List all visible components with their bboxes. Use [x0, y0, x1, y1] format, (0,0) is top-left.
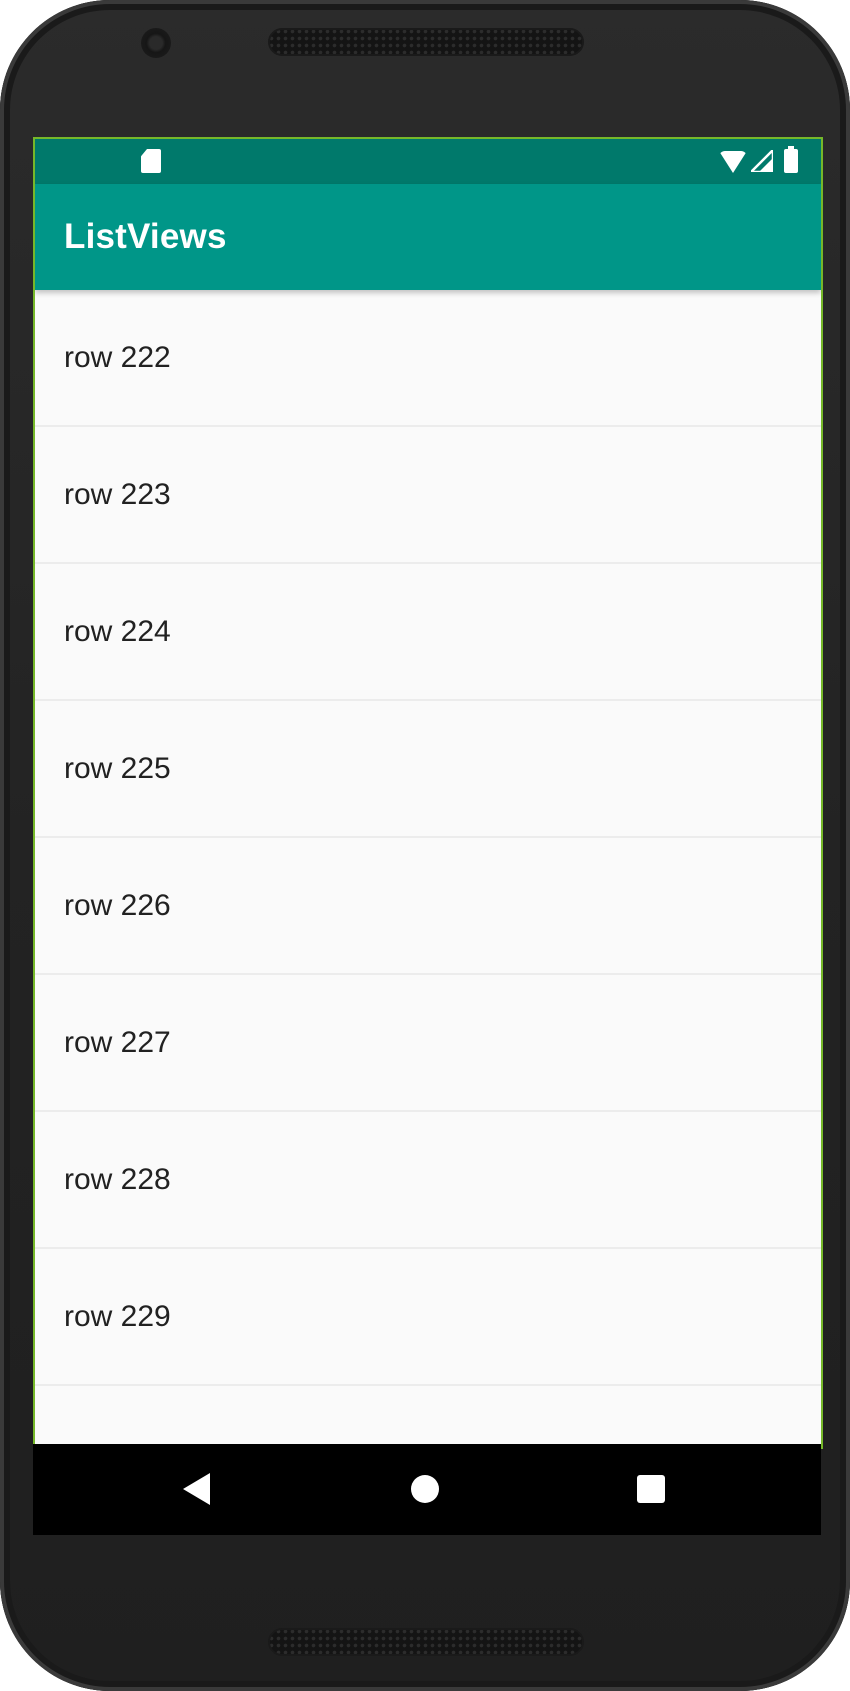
list-item-label: row 229 — [64, 1300, 171, 1333]
list-item[interactable]: row 229 — [35, 1249, 821, 1386]
list-item[interactable]: row 225 — [35, 701, 821, 838]
list-item-label: row 227 — [64, 1026, 171, 1059]
list-item-label: row 226 — [64, 889, 171, 922]
list-item[interactable]: row 226 — [35, 838, 821, 975]
back-icon[interactable] — [183, 1473, 210, 1505]
front-camera — [141, 28, 171, 58]
list-item[interactable]: row 227 — [35, 975, 821, 1112]
list-item-label: row 228 — [64, 1163, 171, 1196]
navigation-bar — [33, 1444, 821, 1535]
home-icon[interactable] — [411, 1475, 439, 1503]
bottom-speaker — [268, 1628, 584, 1656]
list-item[interactable]: row 222 — [35, 290, 821, 427]
cell-signal-icon — [751, 150, 773, 172]
list-item[interactable]: row 223 — [35, 427, 821, 564]
list-item-label: row 223 — [64, 478, 171, 511]
phone-frame: ListViews row 222 row 223 row 224 row 22… — [0, 0, 850, 1691]
battery-icon — [784, 146, 798, 173]
status-bar — [35, 139, 821, 184]
app-title: ListViews — [64, 217, 227, 256]
recents-icon[interactable] — [637, 1475, 665, 1503]
list-view[interactable]: row 222 row 223 row 224 row 225 row 226 … — [35, 290, 821, 1447]
list-item[interactable]: row 224 — [35, 564, 821, 701]
wifi-icon — [719, 151, 747, 173]
list-item-label: row 225 — [64, 752, 171, 785]
earpiece-speaker — [268, 28, 584, 56]
sd-card-icon — [141, 149, 161, 173]
device-screen: ListViews row 222 row 223 row 224 row 22… — [33, 137, 823, 1449]
list-item-label: row 224 — [64, 615, 171, 648]
list-item[interactable]: row 228 — [35, 1112, 821, 1249]
list-item[interactable] — [35, 1386, 821, 1447]
list-item-label: row 222 — [64, 341, 171, 374]
app-bar: ListViews — [35, 184, 821, 290]
